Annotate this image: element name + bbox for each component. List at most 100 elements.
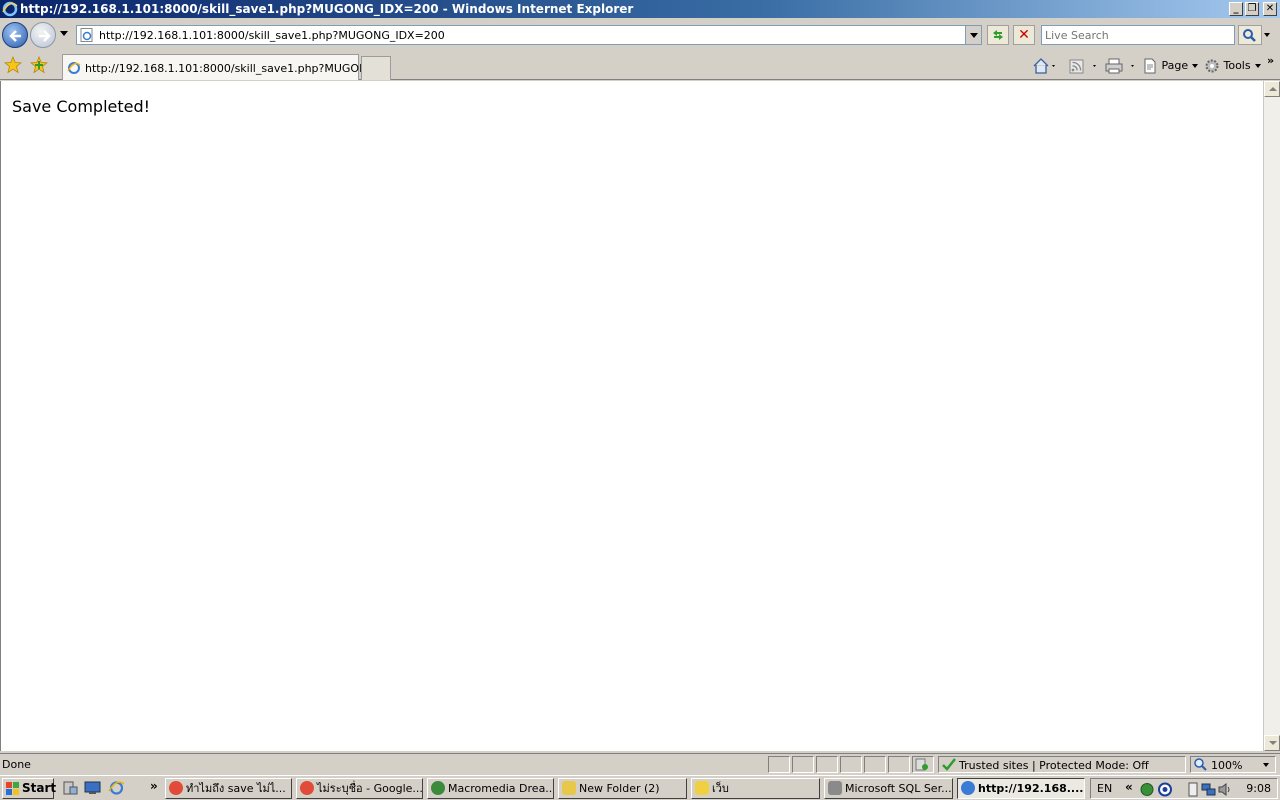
status-slot [816,756,838,773]
protected-mode-icon [915,758,928,771]
scroll-up-button[interactable] [1264,81,1280,97]
page-dropdown-arrow-icon [1192,64,1199,68]
search-icon [1243,29,1256,42]
zone-text: Trusted sites | Protected Mode: Off [959,759,1149,772]
taskbar-item[interactable]: Macromedia Drea... [427,778,554,799]
trusted-checkmark-icon [942,758,956,771]
refresh-button[interactable] [987,25,1009,45]
network-globe-icon[interactable] [1139,782,1155,797]
tab-bar: http://192.168.1.101:8000/skill_save1.ph… [0,52,1280,80]
network-connections-icon[interactable] [1201,782,1217,797]
refresh-icon [993,30,1003,40]
sql-server-icon [828,781,842,795]
vertical-scrollbar[interactable] [1263,81,1280,751]
close-button[interactable]: ✕ [1263,2,1277,16]
forward-arrow-icon [39,30,51,42]
scroll-down-button[interactable] [1264,735,1280,751]
ie-logo-icon [2,1,18,17]
server-manager-icon[interactable] [62,780,79,796]
back-button[interactable] [2,22,28,48]
print-button[interactable] [1104,57,1138,75]
notepad-icon [695,781,709,795]
taskbar-item-label: ทำไมถึง save ไม่ไ... [186,782,286,795]
taskbar-item-label: http://192.168.... [978,782,1084,795]
address-dropdown-button[interactable] [965,26,981,44]
home-icon [1033,58,1055,74]
save-completed-message: Save Completed! [12,97,151,116]
toolbar-overflow-chevron-icon[interactable]: » [1267,52,1274,70]
status-slot [888,756,910,773]
tab-active[interactable]: http://192.168.1.101:8000/skill_save1.ph… [62,54,386,80]
add-favorites-icon[interactable] [30,56,48,74]
taskbar-item[interactable]: Microsoft SQL Ser... [824,778,953,799]
security-shield-icon[interactable] [1157,782,1173,797]
status-text: Done [2,758,31,771]
quicklaunch-overflow-chevron-icon[interactable]: » [150,779,158,793]
back-arrow-icon [9,30,21,42]
page-menu-button[interactable]: Page [1142,57,1199,75]
taskbar-item[interactable]: เว็บ [691,778,820,799]
start-button[interactable]: Start [2,778,57,799]
page-ie-icon [80,28,93,42]
zoom-control[interactable]: 100% [1190,756,1276,773]
tools-menu-label: Tools [1223,59,1251,72]
minimize-button[interactable]: _ [1229,2,1243,16]
ie-page-icon [67,62,81,74]
taskbar-item-label: New Folder (2) [579,782,660,795]
volume-icon[interactable] [1217,782,1233,797]
page-content: Save Completed! [0,81,1263,751]
status-slot [840,756,862,773]
status-slot [768,756,790,773]
ie-quicklaunch-icon[interactable] [108,780,125,796]
start-label: Start [22,781,57,795]
window-title: http://192.168.1.101:8000/skill_save1.ph… [20,2,634,16]
recent-pages-dropdown[interactable] [60,31,68,36]
address-url: http://192.168.1.101:8000/skill_save1.ph… [99,29,445,42]
chrome-icon [300,781,314,795]
print-icon [1105,58,1134,74]
stop-icon: ✕ [1018,27,1030,43]
status-slot [864,756,886,773]
search-input[interactable] [1041,25,1235,45]
taskbar-item-label: Microsoft SQL Ser... [845,782,952,795]
folder-icon [562,781,576,795]
zoom-dropdown-arrow-icon [1263,763,1269,767]
title-bar[interactable]: http://192.168.1.101:8000/skill_save1.ph… [0,0,1280,18]
address-bar[interactable]: http://192.168.1.101:8000/skill_save1.ph… [76,25,982,45]
gear-icon [1205,59,1219,73]
page-icon [1144,58,1156,74]
show-desktop-icon[interactable] [84,780,101,796]
stop-button[interactable]: ✕ [1013,25,1035,45]
system-tray: EN « 9:08 [1090,778,1278,799]
home-button[interactable] [1032,57,1058,75]
status-slot [792,756,814,773]
taskbar-item-active[interactable]: http://192.168.... [957,778,1085,799]
clock[interactable]: 9:08 [1246,782,1271,795]
zoom-magnifier-icon [1194,758,1207,771]
ie-icon [961,781,975,795]
tools-dropdown-arrow-icon [1254,64,1261,68]
forward-button[interactable] [30,22,56,48]
tab-label: http://192.168.1.101:8000/skill_save1.ph… [85,62,387,75]
taskbar-item[interactable]: ทำไมถึง save ไม่ไ... [165,778,292,799]
taskbar: Start » ทำไมถึง save ไม่ไ... ไม่ระบุชื่อ… [0,775,1280,800]
language-indicator[interactable]: EN [1097,782,1112,795]
favorites-star-icon[interactable] [4,56,22,74]
tools-menu-button[interactable]: Tools [1204,57,1261,75]
taskbar-item-label: ไม่ระบุชื่อ - Google... [317,782,423,795]
popup-blocker-slot[interactable] [912,756,934,773]
restore-button[interactable]: ❐ [1245,2,1259,16]
page-menu-label: Page [1161,59,1189,72]
usb-device-icon[interactable] [1185,782,1201,797]
taskbar-item[interactable]: ไม่ระบุชื่อ - Google... [296,778,423,799]
zoom-level: 100% [1211,759,1243,772]
search-options-dropdown[interactable] [1264,33,1270,37]
feeds-button[interactable] [1068,57,1102,75]
tray-expand-chevron-icon[interactable]: « [1125,780,1133,794]
taskbar-item[interactable]: New Folder (2) [558,778,687,799]
search-button[interactable] [1238,25,1262,45]
rss-feed-icon [1069,59,1096,74]
taskbar-item-label: Macromedia Drea... [448,782,554,795]
security-zone[interactable]: Trusted sites | Protected Mode: Off [938,756,1186,773]
new-tab-button[interactable] [361,56,391,80]
